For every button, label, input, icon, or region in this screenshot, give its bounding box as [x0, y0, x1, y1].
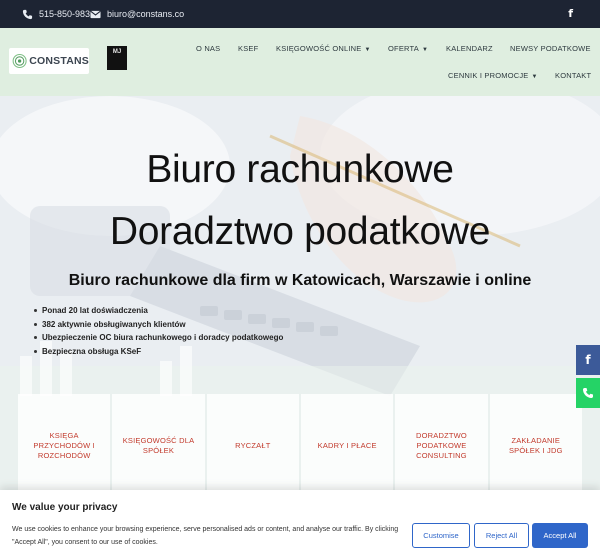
- bullet-icon: [34, 322, 37, 326]
- nav-cennik-i-promocje[interactable]: CENNIK I PROMOCJE ▼: [448, 71, 538, 80]
- mj-badge[interactable]: MJ: [107, 46, 127, 70]
- facebook-icon[interactable]: f: [568, 7, 573, 20]
- hero-title-line1: Biuro rachunkowe: [146, 148, 454, 191]
- logo-text: CONSTANS: [29, 55, 89, 67]
- customise-button[interactable]: Customise: [412, 523, 470, 548]
- bullet-text: 382 aktywnie obsługiwanych klientów: [42, 319, 186, 329]
- phone-side-button[interactable]: [576, 378, 600, 408]
- nav-cennik-label: CENNIK I PROMOCJE: [448, 71, 529, 80]
- accept-all-button[interactable]: Accept All: [532, 523, 588, 548]
- phone-icon: [583, 388, 593, 398]
- card-kadry-i-place[interactable]: KADRY I PŁACE: [300, 394, 394, 498]
- nav-kontakt[interactable]: KONTAKT: [555, 71, 591, 80]
- envelope-icon: [90, 10, 101, 18]
- chevron-down-icon: ▼: [531, 74, 538, 80]
- bullet-icon: [34, 309, 37, 313]
- hero-title-line2: Doradztwo podatkowe: [109, 210, 491, 253]
- top-bar: 515-850-983 biuro@constans.co f: [0, 0, 600, 28]
- service-cards: KSIĘGA PRZYCHODÓW I ROZCHODÓW KSIĘGOWOŚĆ…: [18, 394, 582, 498]
- chevron-down-icon: ▼: [421, 47, 429, 53]
- list-item: Ubezpieczenie OC biura rachunkowego i do…: [34, 331, 283, 345]
- nav-o-nas[interactable]: O NAS: [196, 44, 220, 53]
- email-address: biuro@constans.co: [107, 9, 185, 19]
- nav-ksef[interactable]: KSEF: [238, 44, 258, 53]
- email-contact[interactable]: biuro@constans.co: [90, 8, 184, 20]
- cookie-text: We use cookies to enhance your browsing …: [12, 526, 399, 546]
- logo-mark-icon: [12, 53, 27, 69]
- card-ksiegowosc-dla-spolek[interactable]: KSIĘGOWOŚĆ DLA SPÓŁEK: [112, 394, 205, 498]
- nav-ksiegowosc-online[interactable]: KSIĘGOWOŚĆ ONLINE ▼: [276, 44, 371, 53]
- bullet-text: Bezpieczna obsługa KSeF: [42, 346, 142, 356]
- chevron-down-icon: ▼: [364, 47, 371, 53]
- list-item: Ponad 20 lat doświadczenia: [34, 304, 283, 318]
- list-item: Bezpieczna obsługa KSeF: [34, 345, 283, 359]
- cookie-banner: We value your privacy We use cookies to …: [0, 490, 600, 560]
- hero-subtitle: Biuro rachunkowe dla firm w Katowicach, …: [68, 272, 532, 289]
- card-zakladanie-spolek[interactable]: ZAKŁADANIE SPÓŁEK I JDG: [489, 394, 582, 498]
- nav-oferta-label: OFERTA: [388, 44, 419, 53]
- bullet-icon: [34, 336, 37, 340]
- card-ryczalt[interactable]: RYCZAŁT: [206, 394, 299, 498]
- list-item: 382 aktywnie obsługiwanych klientów: [34, 318, 283, 332]
- site-logo[interactable]: CONSTANS: [9, 48, 89, 74]
- card-doradztwo-podatkowe[interactable]: DORADZTWO PODATKOWE CONSULTING: [395, 394, 488, 498]
- facebook-icon: f: [585, 353, 591, 367]
- bullet-icon: [34, 349, 37, 353]
- nav-kalendarz[interactable]: KALENDARZ: [446, 44, 493, 53]
- bullet-text: Ponad 20 lat doświadczenia: [42, 306, 148, 315]
- hero-bullet-list: Ponad 20 lat doświadczenia 382 aktywnie …: [34, 304, 283, 358]
- cookie-title: We value your privacy: [12, 502, 118, 513]
- reject-all-button[interactable]: Reject All: [474, 523, 529, 548]
- site-header: CONSTANS MJ O NAS KSEF KSIĘGOWOŚĆ ONLINE…: [0, 28, 600, 96]
- bullet-text: Ubezpieczenie OC biura rachunkowego i do…: [42, 333, 284, 342]
- facebook-side-button[interactable]: f: [576, 345, 600, 375]
- nav-ksiegowosc-online-label: KSIĘGOWOŚĆ ONLINE: [276, 44, 362, 53]
- phone-icon: [22, 9, 33, 19]
- nav-newsy-podatkowe[interactable]: NEWSY PODATKOWE: [510, 44, 591, 53]
- phone-contact[interactable]: 515-850-983: [22, 8, 90, 20]
- nav-oferta[interactable]: OFERTA ▼: [388, 44, 428, 53]
- phone-number: 515-850-983: [39, 9, 91, 19]
- card-ksiega-przychodow[interactable]: KSIĘGA PRZYCHODÓW I ROZCHODÓW: [18, 394, 111, 498]
